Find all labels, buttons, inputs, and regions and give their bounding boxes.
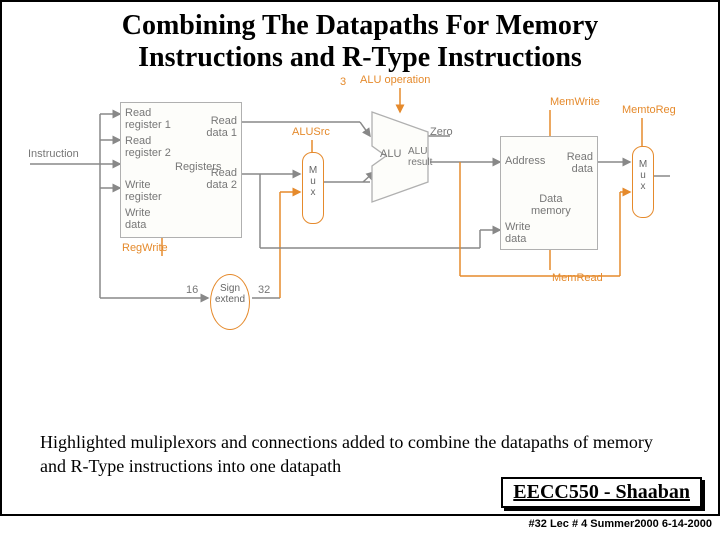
registers-name: Registers — [175, 161, 221, 173]
regwrite-label: RegWrite — [122, 242, 168, 254]
data-memory: Address Read data Data memory Write data — [500, 136, 598, 250]
title-line1: Combining The Datapaths For Memory — [122, 10, 599, 41]
slide-frame: Combining The Datapaths For Memory Instr… — [0, 0, 720, 516]
alu-result-label: ALU result — [408, 146, 432, 168]
write-reg: Write register — [125, 179, 162, 203]
instruction-label: Instruction — [28, 148, 79, 160]
read-reg-1: Read register 1 — [125, 107, 171, 131]
zero-label: Zero — [430, 126, 453, 138]
memwrite-label: MemWrite — [550, 96, 600, 108]
three-label: 3 — [340, 76, 346, 88]
memtoreg-mux: M u x — [632, 146, 654, 218]
alu-name: ALU — [380, 148, 401, 160]
alusrc-label: ALUSrc — [292, 126, 330, 138]
data-memory-name: Data memory — [531, 193, 571, 217]
read-reg-2: Read register 2 — [125, 135, 171, 159]
footer-box: EECC550 - Shaaban — [501, 477, 702, 508]
alusrc-mux: M u x — [302, 152, 324, 224]
memread-label: MemRead — [552, 272, 603, 284]
sign-extend: Sign extend — [210, 274, 250, 330]
width-16: 16 — [186, 284, 198, 296]
write-data: Write data — [125, 207, 150, 231]
memtoreg-label: MemtoReg — [622, 104, 676, 116]
address-label: Address — [505, 155, 545, 167]
width-32: 32 — [258, 284, 270, 296]
subfooter: #32 Lec # 4 Summer2000 6-14-2000 — [529, 518, 712, 530]
read-data-1: Read data 1 — [206, 115, 237, 139]
read-data-label: Read data — [567, 151, 593, 175]
caption: Highlighted muliplexors and connections … — [40, 431, 680, 478]
title-line2: Instructions and R-Type Instructions — [138, 42, 582, 73]
slide-title: Combining The Datapaths For Memory Instr… — [2, 2, 718, 78]
register-file: Read register 1 Read register 2 Write re… — [120, 102, 242, 238]
datapath-diagram: Instruction Read register 1 Read registe… — [30, 88, 690, 348]
aluop-label: ALU operation — [360, 74, 430, 86]
mem-write-data-label: Write data — [505, 221, 530, 245]
